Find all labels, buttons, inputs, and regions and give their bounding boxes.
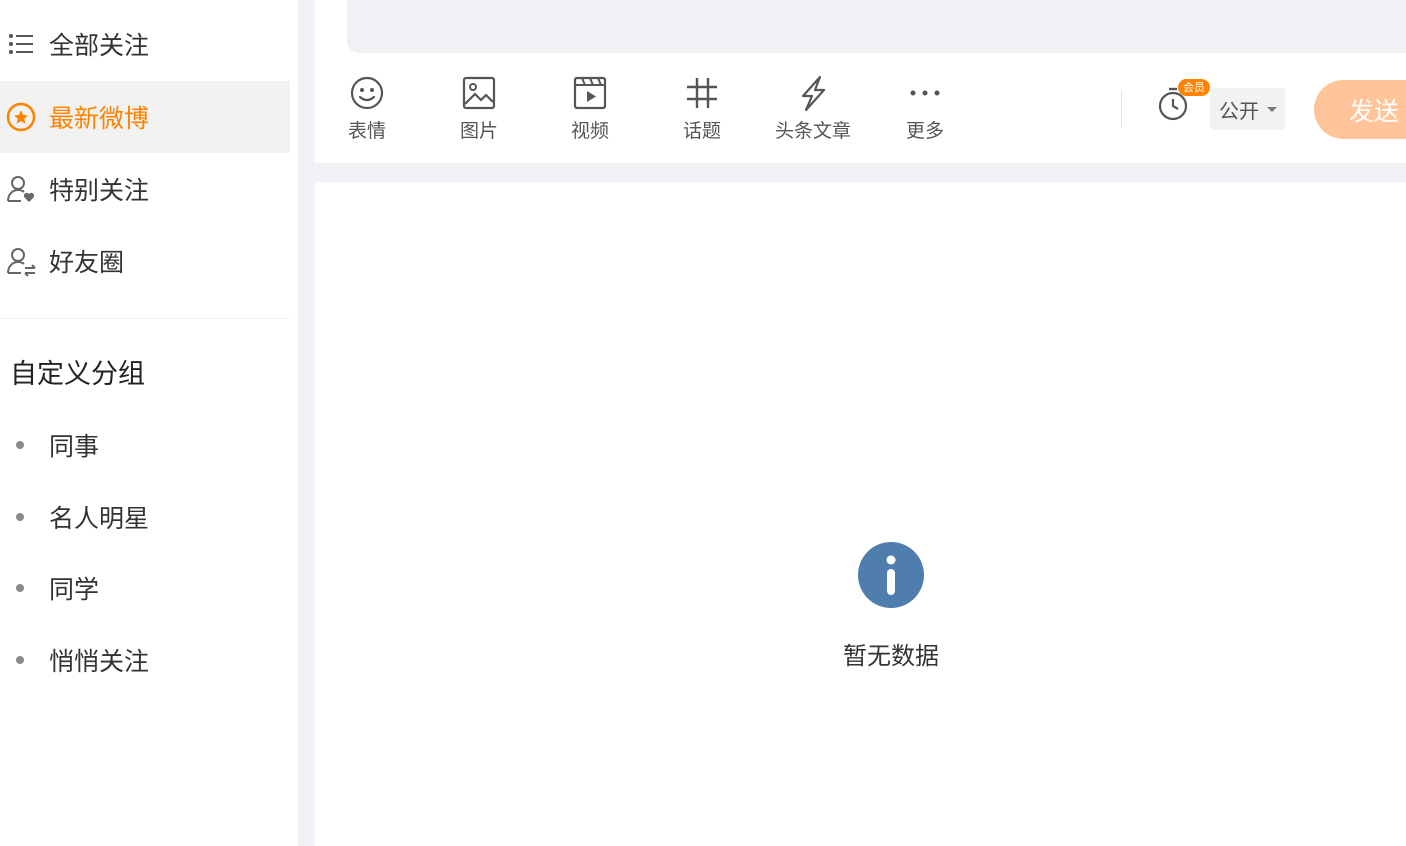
group-item-label: 悄悄关注 bbox=[49, 647, 150, 676]
more-dots-icon bbox=[910, 90, 940, 96]
emoji-button[interactable]: 表情 bbox=[327, 74, 407, 144]
smile-icon bbox=[350, 76, 384, 110]
group-item-label: 同事 bbox=[49, 432, 100, 461]
bullet-dot-icon bbox=[16, 584, 24, 592]
sidebar-item-label: 好友圈 bbox=[49, 248, 125, 277]
image-icon bbox=[462, 76, 496, 110]
send-button[interactable]: 发送 bbox=[1314, 80, 1406, 139]
headline-article-button[interactable]: 头条文章 bbox=[773, 74, 853, 144]
info-icon bbox=[858, 542, 924, 608]
sidebar-item-label: 特别关注 bbox=[49, 176, 150, 205]
tool-label: 话题 bbox=[682, 120, 721, 142]
group-item-celebrities[interactable]: 名人明星 bbox=[0, 487, 290, 547]
lightning-icon bbox=[801, 75, 826, 112]
star-circle-icon bbox=[5, 101, 37, 133]
sidebar-item-label: 全部关注 bbox=[49, 31, 150, 60]
image-button[interactable]: 图片 bbox=[439, 74, 519, 144]
video-icon bbox=[573, 76, 607, 110]
group-item-classmates[interactable]: 同学 bbox=[0, 558, 290, 618]
tool-label: 表情 bbox=[347, 120, 386, 142]
bullet-dot-icon bbox=[16, 656, 24, 664]
vip-badge: 会员 bbox=[1178, 79, 1210, 96]
toolbar-divider bbox=[1121, 90, 1122, 128]
hashtag-icon bbox=[687, 78, 717, 108]
bullet-dot-icon bbox=[16, 441, 24, 449]
sidebar-item-friends-circle[interactable]: 好友圈 bbox=[0, 225, 290, 297]
sidebar-item-special-following[interactable]: 特别关注 bbox=[0, 153, 290, 225]
group-item-label: 名人明星 bbox=[49, 504, 150, 533]
user-heart-icon bbox=[5, 173, 37, 205]
tool-label: 视频 bbox=[570, 120, 609, 142]
tool-label: 头条文章 bbox=[774, 120, 851, 142]
visibility-dropdown[interactable]: 公开 bbox=[1210, 88, 1285, 130]
group-item-colleagues[interactable]: 同事 bbox=[0, 415, 290, 475]
group-item-secret-following[interactable]: 悄悄关注 bbox=[0, 630, 290, 690]
send-label: 发送 bbox=[1349, 96, 1400, 126]
feed-panel: 暂无数据 bbox=[315, 182, 1406, 846]
video-button[interactable]: 视频 bbox=[550, 74, 630, 144]
sidebar-item-latest-weibo[interactable]: 最新微博 bbox=[0, 81, 290, 153]
sidebar-divider bbox=[0, 318, 290, 319]
caret-down-icon bbox=[1267, 106, 1277, 112]
tool-label: 图片 bbox=[459, 120, 498, 142]
post-composer: 表情 图片 视频 话题 头条文章 更多 会员 公开 发送 bbox=[315, 0, 1406, 163]
visibility-value: 公开 bbox=[1219, 98, 1259, 123]
sidebar-item-all-following[interactable]: 全部关注 bbox=[0, 8, 290, 80]
user-friends-icon bbox=[5, 245, 37, 277]
custom-groups-title: 自定义分组 bbox=[10, 359, 145, 390]
list-icon bbox=[5, 28, 37, 60]
tool-label: 更多 bbox=[905, 120, 944, 142]
post-textarea[interactable] bbox=[347, 0, 1406, 53]
group-item-label: 同学 bbox=[49, 575, 100, 604]
sidebar-item-label: 最新微博 bbox=[49, 104, 150, 133]
topic-button[interactable]: 话题 bbox=[662, 74, 742, 144]
empty-state-text: 暂无数据 bbox=[843, 642, 939, 670]
bullet-dot-icon bbox=[16, 513, 24, 521]
sidebar: 全部关注 最新微博 特别关注 好友圈 自定义分组 同事 名人明星 同学 悄悄关注 bbox=[0, 0, 298, 846]
more-button[interactable]: 更多 bbox=[885, 74, 965, 144]
